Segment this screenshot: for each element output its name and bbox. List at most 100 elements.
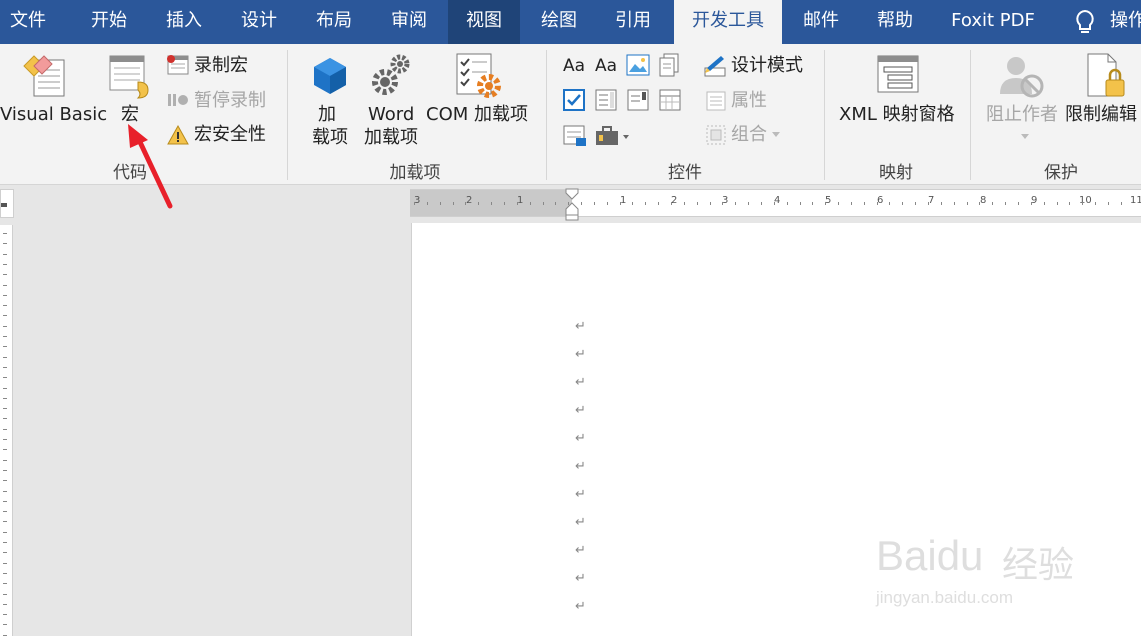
ruler-tick — [3, 500, 7, 502]
chevron-down-icon — [772, 132, 780, 137]
ruler-toggle-button[interactable] — [0, 189, 14, 218]
macro-security-button[interactable]: 宏安全性 — [194, 124, 266, 146]
tab-layout[interactable]: 布局 — [305, 0, 363, 44]
tab-draw[interactable]: 绘图 — [530, 0, 588, 44]
pause-recording-button[interactable]: 暂停录制 — [194, 90, 266, 112]
tab-view[interactable]: 视图 — [448, 0, 520, 44]
ruler-tick — [3, 552, 7, 554]
ruler-tick — [683, 202, 685, 205]
tab-help[interactable]: 帮助 — [866, 0, 924, 44]
word-addins-button-line1[interactable]: Word — [368, 104, 414, 126]
indent-marker[interactable] — [564, 187, 580, 221]
tab-home[interactable]: 开始 — [80, 0, 138, 44]
tab-file[interactable]: 文件 — [0, 0, 56, 44]
ruler-tick — [1120, 202, 1122, 205]
properties-button[interactable]: 属性 — [731, 90, 767, 112]
ruler-tick — [3, 603, 7, 605]
ruler-tick — [3, 449, 7, 451]
ruler-tick — [3, 325, 7, 327]
com-addins-icon — [456, 53, 501, 98]
paragraph-mark: ↵ — [575, 431, 586, 446]
ruler-tick — [3, 253, 7, 255]
ruler-tick — [902, 202, 904, 205]
tab-review[interactable]: 审阅 — [380, 0, 438, 44]
ruler-tick — [619, 202, 621, 205]
ruler-tick — [799, 202, 801, 205]
ruler-tick — [478, 202, 480, 205]
addins-button-line2[interactable]: 载项 — [312, 127, 348, 149]
repeating-section-control-icon[interactable] — [562, 124, 588, 148]
paragraph-mark: ↵ — [575, 571, 586, 586]
building-block-control-icon[interactable] — [658, 52, 682, 78]
restrict-editing-button[interactable]: 限制编辑 — [1065, 104, 1137, 126]
picture-control-icon[interactable] — [626, 54, 650, 76]
date-picker-control-icon[interactable] — [658, 88, 682, 112]
ruler-tick — [3, 428, 7, 430]
paragraph-mark: ↵ — [575, 459, 586, 474]
dropdown-list-control-icon[interactable] — [626, 88, 650, 112]
tab-developer[interactable]: 开发工具 — [674, 0, 782, 44]
block-authors-button[interactable]: 阻止作者 — [986, 104, 1058, 126]
ruler-number: 9 — [1031, 195, 1038, 206]
word-addins-button-line2[interactable]: 加载项 — [364, 127, 418, 149]
rich-text-control-button[interactable]: Aa — [563, 55, 585, 77]
ruler-tick — [3, 531, 7, 533]
ruler-tick — [3, 583, 7, 585]
word-addins-gear-icon — [372, 54, 410, 95]
ruler-number: 1 — [517, 195, 524, 206]
ruler-number: 10 — [1079, 195, 1092, 206]
ruler-tick — [786, 202, 788, 205]
ruler-tick — [1107, 202, 1109, 205]
tab-references[interactable]: 引用 — [604, 0, 662, 44]
ruler-tick — [1017, 202, 1019, 205]
ruler-tick — [3, 439, 7, 440]
addins-button-line1[interactable]: 加 — [318, 104, 336, 126]
tab-foxit-pdf[interactable]: Foxit PDF — [942, 0, 1044, 44]
ruler-tick — [593, 202, 595, 205]
record-macro-button[interactable]: 录制宏 — [194, 55, 248, 77]
ruler-tick — [3, 377, 7, 379]
ruler-tick — [940, 202, 942, 205]
ruler-tick — [928, 202, 929, 205]
xml-mapping-pane-button[interactable]: XML 映射窗格 — [839, 104, 955, 126]
design-mode-button[interactable]: 设计模式 — [731, 55, 803, 77]
group-icon — [706, 125, 726, 145]
ruler-tick — [3, 387, 7, 389]
ruler-tick — [709, 202, 711, 205]
vertical-ruler[interactable] — [0, 225, 13, 636]
com-addins-button[interactable]: COM 加载项 — [426, 104, 528, 126]
visual-basic-button[interactable]: Visual Basic — [0, 104, 107, 126]
ruler-tick — [516, 202, 518, 205]
ruler-tick — [658, 202, 660, 205]
lightbulb-icon[interactable] — [1074, 9, 1096, 35]
ruler-tick — [863, 202, 865, 205]
ruler-number: 6 — [877, 195, 884, 206]
tab-mailings[interactable]: 邮件 — [792, 0, 850, 44]
legacy-tools-icon[interactable] — [594, 124, 632, 148]
ruler-tick — [3, 397, 7, 399]
ruler-tick — [465, 202, 467, 205]
xml-mapping-pane-icon — [877, 55, 919, 93]
tab-design[interactable]: 设计 — [230, 0, 288, 44]
tab-insert[interactable]: 插入 — [155, 0, 213, 44]
ruler-tick — [632, 202, 634, 205]
visual-basic-icon — [23, 55, 65, 97]
plain-text-control-button[interactable]: Aa — [595, 55, 617, 77]
checkbox-control-icon[interactable] — [562, 88, 586, 112]
group-button[interactable]: 组合 — [731, 124, 767, 146]
chevron-down-icon — [1021, 134, 1029, 139]
ruler-tick — [3, 624, 7, 626]
group-separator — [824, 50, 825, 180]
combo-box-control-icon[interactable] — [594, 88, 618, 112]
tab-tell-me[interactable]: 操作 — [1110, 0, 1141, 44]
ruler-tick — [992, 202, 994, 205]
ruler-tick — [606, 202, 608, 205]
paragraph-mark: ↵ — [575, 599, 586, 614]
ruler-tick — [876, 202, 878, 205]
horizontal-ruler[interactable]: 3 2 1 1 2 3 4 5 6 7 8 9 10 11 — [410, 188, 1141, 221]
red-arrow-annotation — [128, 124, 173, 209]
paragraph-mark: ↵ — [575, 487, 586, 502]
ruler-tick — [3, 366, 7, 368]
addins-cube-icon — [314, 58, 346, 94]
ruler-tick — [529, 202, 531, 205]
